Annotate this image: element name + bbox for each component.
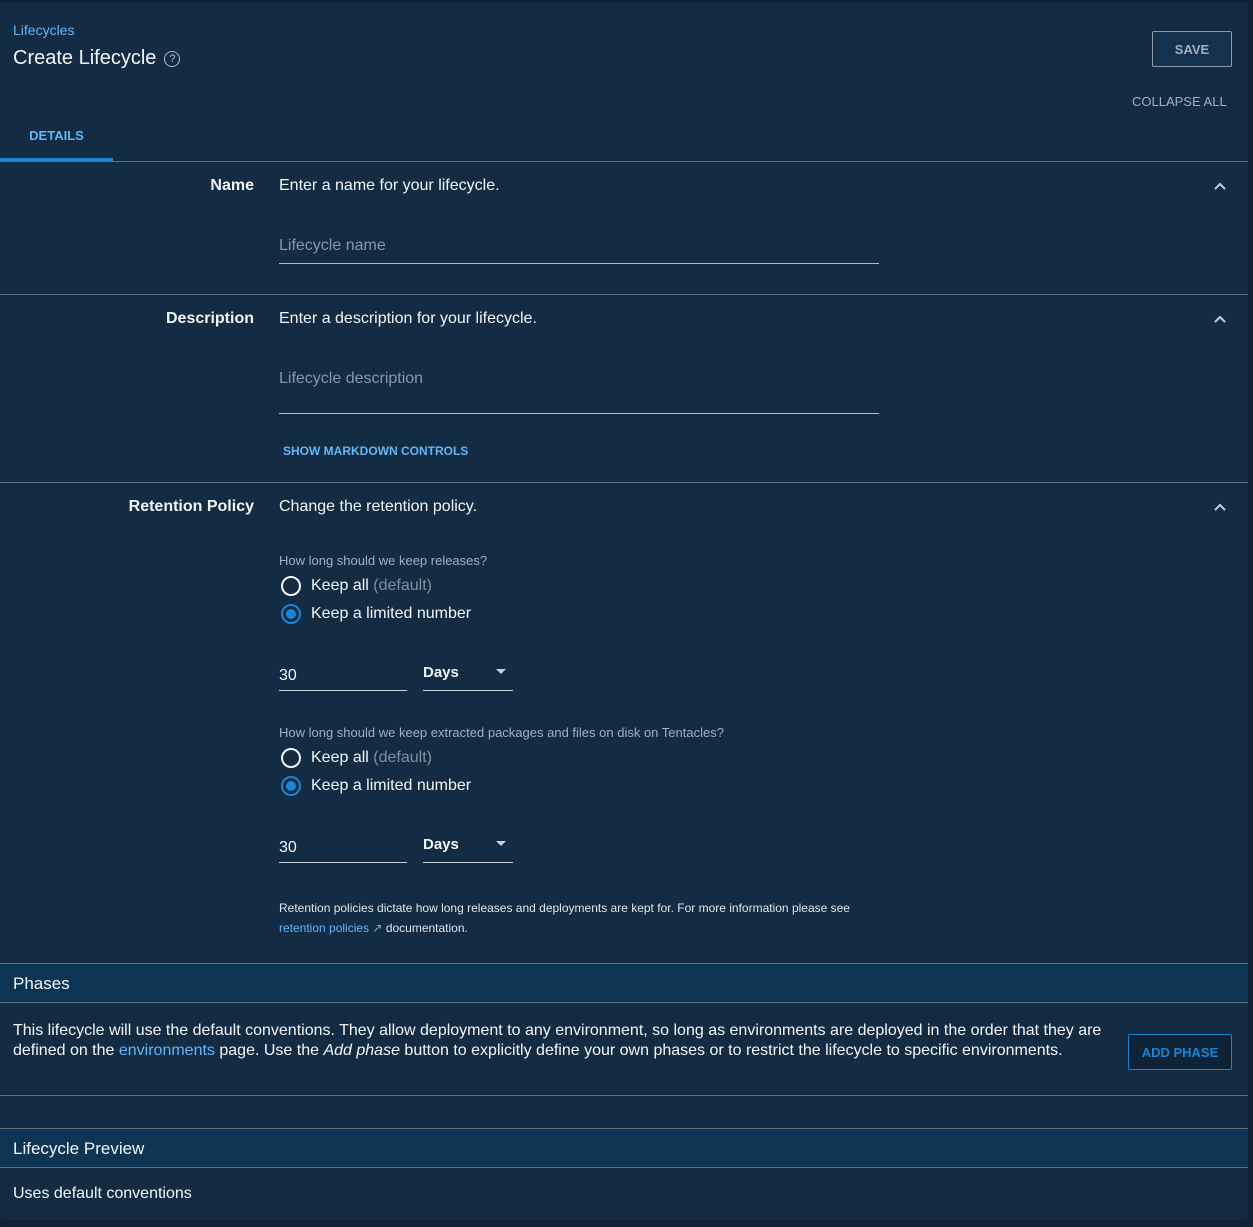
divider: [0, 1167, 1248, 1168]
releases-keep-all-radio[interactable]: Keep all (default): [281, 576, 432, 596]
tab-details[interactable]: DETAILS: [0, 121, 113, 161]
chevron-up-icon[interactable]: [1212, 502, 1228, 512]
note-text: Retention policies dictate how long rele…: [279, 901, 850, 915]
releases-keep-limited-radio[interactable]: Keep a limited number: [281, 604, 471, 624]
radio-checked-icon[interactable]: [281, 776, 301, 796]
environments-link[interactable]: environments: [119, 1042, 215, 1059]
phases-description: This lifecycle will use the default conv…: [13, 1021, 1113, 1061]
divider: [0, 482, 1248, 483]
retention-help: Change the retention policy.: [279, 498, 478, 515]
external-link-icon: ↗: [372, 921, 383, 935]
page-title-text: Create Lifecycle: [13, 47, 157, 69]
lifecycle-description-input[interactable]: Lifecycle description: [279, 370, 879, 414]
files-question: How long should we keep extracted packag…: [279, 725, 724, 740]
divider: [0, 1002, 1248, 1003]
files-keep-all-radio[interactable]: Keep all (default): [281, 748, 432, 768]
lifecycle-name-input[interactable]: Lifecycle name: [279, 237, 879, 264]
radio-unchecked-icon[interactable]: [281, 748, 301, 768]
add-phase-button[interactable]: ADD PHASE: [1128, 1034, 1232, 1070]
save-button[interactable]: SAVE: [1152, 31, 1232, 67]
select-value: Days: [423, 836, 459, 853]
chevron-up-icon[interactable]: [1212, 181, 1228, 191]
text: page. Use the: [219, 1042, 319, 1059]
files-quantity-input[interactable]: 30: [279, 839, 407, 863]
radio-suffix: (default): [373, 749, 432, 766]
breadcrumb-lifecycles[interactable]: Lifecycles: [13, 22, 74, 38]
divider: [0, 294, 1248, 295]
description-label: Description: [165, 310, 254, 327]
retention-label: Retention Policy: [128, 498, 254, 515]
lifecycle-preview-header: Lifecycle Preview: [0, 1129, 1248, 1168]
name-help: Enter a name for your lifecycle.: [279, 177, 500, 194]
files-unit-select[interactable]: Days: [423, 836, 513, 863]
dropdown-arrow-icon: [496, 841, 506, 846]
retention-note: Retention policies dictate how long rele…: [279, 898, 879, 938]
releases-quantity-input[interactable]: 30: [279, 667, 407, 691]
radio-label: Keep all: [311, 749, 369, 766]
note-text: documentation.: [385, 921, 468, 935]
divider: [0, 1095, 1248, 1096]
preview-text: Uses default conventions: [13, 1185, 192, 1202]
description-help: Enter a description for your lifecycle.: [279, 310, 537, 327]
divider: [0, 161, 1248, 162]
help-icon[interactable]: ?: [164, 50, 181, 67]
releases-unit-select[interactable]: Days: [423, 664, 513, 691]
radio-suffix: (default): [373, 577, 432, 594]
text: button to explicitly define your own pha…: [404, 1042, 1063, 1059]
select-value: Days: [423, 664, 459, 681]
radio-label: Keep a limited number: [311, 605, 472, 622]
retention-policies-link[interactable]: retention policies: [279, 921, 369, 935]
text: Add phase: [323, 1042, 400, 1059]
page-title: Create Lifecycle?: [13, 47, 181, 70]
collapse-all-button[interactable]: COLLAPSE ALL: [1132, 94, 1227, 109]
page-card: Lifecycles Create Lifecycle? SAVE COLLAP…: [0, 3, 1248, 1220]
radio-label: Keep all: [311, 577, 369, 594]
show-markdown-controls-button[interactable]: SHOW MARKDOWN CONTROLS: [283, 444, 468, 458]
name-label: Name: [210, 177, 254, 194]
radio-label: Keep a limited number: [311, 777, 472, 794]
radio-checked-icon[interactable]: [281, 604, 301, 624]
radio-unchecked-icon[interactable]: [281, 576, 301, 596]
dropdown-arrow-icon: [496, 669, 506, 674]
files-keep-limited-radio[interactable]: Keep a limited number: [281, 776, 471, 796]
phases-header: Phases: [0, 964, 1248, 1003]
chevron-up-icon[interactable]: [1212, 314, 1228, 324]
releases-question: How long should we keep releases?: [279, 553, 488, 568]
